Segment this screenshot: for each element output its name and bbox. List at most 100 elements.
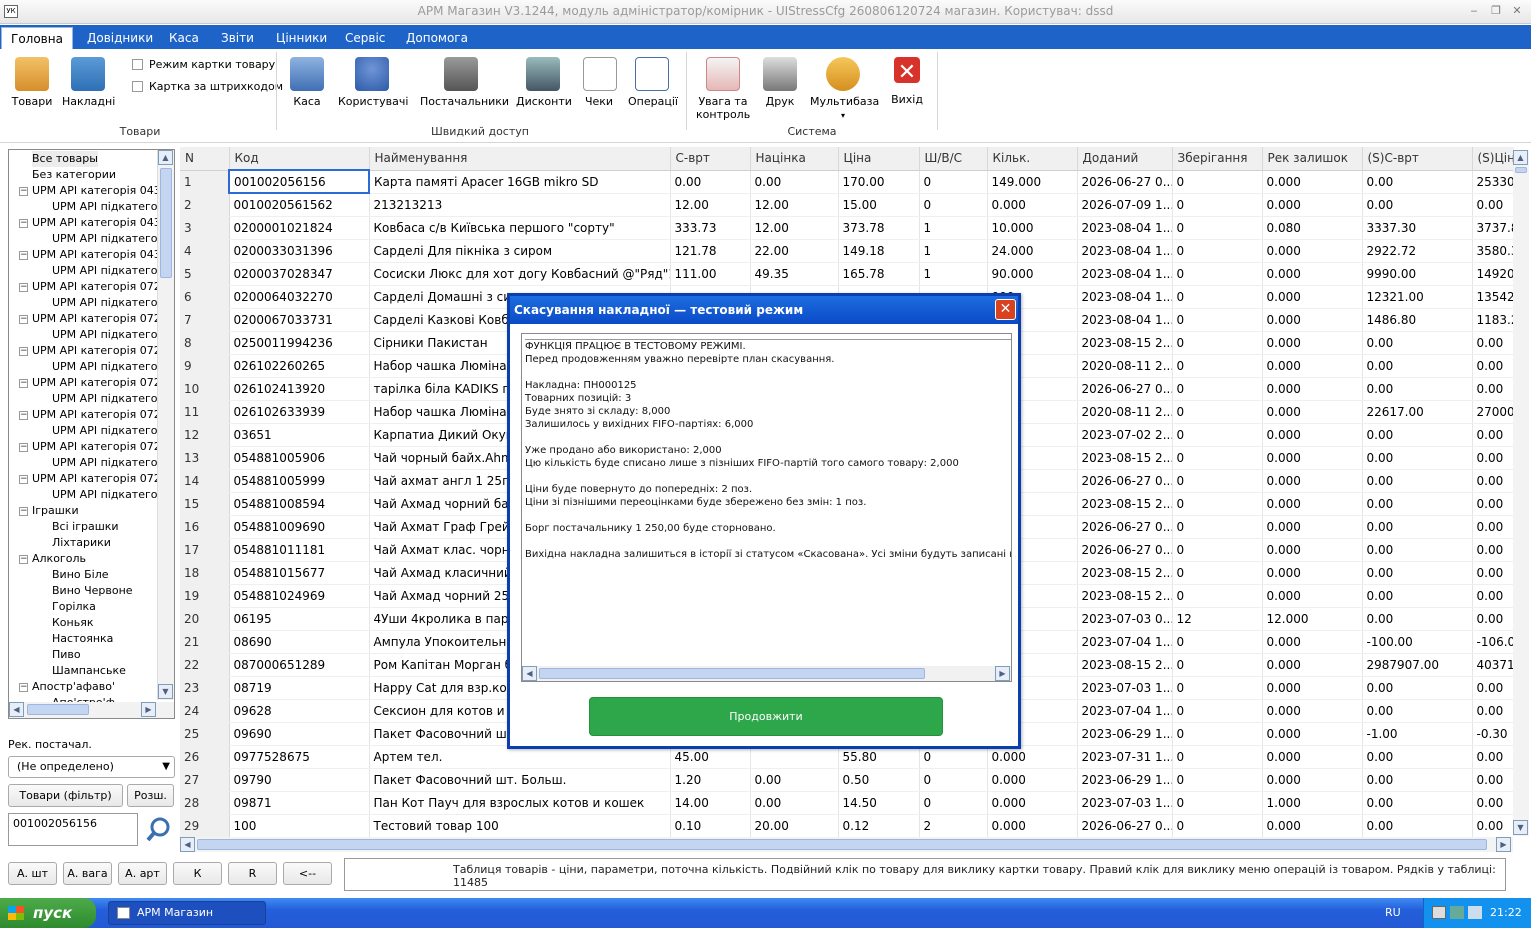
tree-node[interactable]: UPM API категорія 04302: [32, 215, 174, 231]
table-cell[interactable]: 0.00: [1472, 492, 1514, 516]
table-cell[interactable]: 0.00: [1472, 446, 1514, 470]
table-cell[interactable]: 09690: [229, 722, 370, 746]
table-cell[interactable]: 2020-08-11 2...: [1077, 400, 1173, 424]
row-number[interactable]: 2: [180, 193, 230, 217]
table-horizontal-scrollbar[interactable]: ◀ ▶: [180, 837, 1513, 852]
table-cell[interactable]: Пан Кот Пауч для взрослых котов и кошек: [369, 791, 671, 815]
search-input[interactable]: 001002056156: [8, 813, 138, 846]
table-cell[interactable]: 0.000: [1262, 561, 1363, 585]
table-cell[interactable]: 0.000: [1262, 538, 1363, 562]
tree-node[interactable]: UPM API підкатегорія: [52, 391, 174, 407]
tree-expander-icon[interactable]: −: [19, 507, 28, 516]
card-mode-checkbox[interactable]: Режим картки товару: [132, 58, 275, 71]
table-cell[interactable]: 0977528675: [229, 745, 370, 769]
table-cell[interactable]: 054881011181: [229, 538, 370, 562]
table-cell[interactable]: 0.00: [1362, 607, 1473, 631]
table-cell[interactable]: 0: [1172, 814, 1263, 837]
dialog-horizontal-scrollbar[interactable]: ◀ ▶: [522, 666, 1011, 681]
table-cell[interactable]: 3580.3: [1472, 239, 1514, 263]
table-cell[interactable]: 0.00: [670, 170, 751, 194]
table-cell[interactable]: 12.000: [1262, 607, 1363, 631]
start-button[interactable]: пуск: [0, 898, 96, 928]
table-cell[interactable]: 0: [1172, 469, 1263, 493]
table-cell[interactable]: 2023-08-15 2...: [1077, 584, 1173, 608]
table-cell[interactable]: 08719: [229, 676, 370, 700]
table-cell[interactable]: 14.00: [670, 791, 751, 815]
table-cell[interactable]: 22617.00: [1362, 400, 1473, 424]
table-cell[interactable]: Тестовий товар 100: [369, 814, 671, 837]
table-cell[interactable]: 1: [919, 262, 988, 286]
tree-node[interactable]: UPM API підкатегорія: [52, 455, 174, 471]
table-cell[interactable]: 2023-08-04 1...: [1077, 262, 1173, 286]
table-cell[interactable]: 0200067033731: [229, 308, 370, 332]
table-cell[interactable]: 0: [1172, 584, 1263, 608]
table-cell[interactable]: 1486.80: [1362, 308, 1473, 332]
dialog-close-icon[interactable]: ✕: [995, 299, 1016, 320]
tree-node[interactable]: Пиво: [52, 647, 81, 663]
table-cell[interactable]: 2026-06-27 0...: [1077, 469, 1173, 493]
table-cell[interactable]: 0.00: [1472, 561, 1514, 585]
column-header[interactable]: Рек залишок: [1262, 147, 1363, 171]
table-cell[interactable]: 0.000: [1262, 400, 1363, 424]
table-cell[interactable]: 0.00: [1362, 446, 1473, 470]
scroll-down-icon[interactable]: ▼: [1513, 820, 1528, 835]
table-row[interactable]: 1 001002056156 Карта памяті Apacer 16GB mi…: [180, 169, 1514, 194]
row-number[interactable]: 10: [180, 377, 230, 401]
table-cell[interactable]: 0.00: [1362, 469, 1473, 493]
tab-directories[interactable]: Довідники: [78, 27, 162, 49]
table-cell[interactable]: 12.00: [750, 216, 839, 240]
column-header[interactable]: Ціна: [838, 147, 920, 171]
continue-button[interactable]: Продовжити: [589, 697, 943, 736]
tab-service[interactable]: Сервіс: [336, 27, 394, 49]
table-cell[interactable]: 0: [919, 170, 988, 194]
table-cell[interactable]: 0.00: [1362, 699, 1473, 723]
tree-vertical-scrollbar[interactable]: ▲ ▼: [157, 150, 174, 700]
table-cell[interactable]: 0.000: [1262, 193, 1363, 217]
table-cell[interactable]: 0.00: [1362, 584, 1473, 608]
table-cell[interactable]: 0: [1172, 377, 1263, 401]
table-cell[interactable]: 0.00: [1472, 515, 1514, 539]
table-cell[interactable]: 0.12: [838, 814, 920, 837]
scroll-thumb[interactable]: [197, 839, 1487, 850]
row-number[interactable]: 7: [180, 308, 230, 332]
table-cell[interactable]: 0: [1172, 308, 1263, 332]
table-cell[interactable]: 0.00: [750, 791, 839, 815]
table-cell[interactable]: 0.00: [1362, 354, 1473, 378]
taskbar-item-app[interactable]: АРМ Магазин V3.124...: [108, 901, 266, 941]
column-header[interactable]: Ш/В/С: [919, 147, 988, 171]
suppliers-button[interactable]: Постачальники: [420, 57, 509, 108]
row-number[interactable]: 14: [180, 469, 230, 493]
tree-expander-icon[interactable]: −: [19, 443, 28, 452]
column-header[interactable]: (S)Ціна: [1472, 147, 1514, 171]
auto-article-button[interactable]: А. арт: [118, 862, 167, 885]
table-cell[interactable]: 0.000: [1262, 814, 1363, 837]
tree-node[interactable]: UPM API категорія 07240: [32, 471, 174, 487]
tab-kasa[interactable]: Каса: [160, 27, 208, 49]
table-cell[interactable]: 0.00: [1362, 492, 1473, 516]
row-number[interactable]: 16: [180, 515, 230, 539]
row-number[interactable]: 8: [180, 331, 230, 355]
table-cell[interactable]: 09790: [229, 768, 370, 792]
tree-expander-icon[interactable]: −: [19, 411, 28, 420]
tree-expander-icon[interactable]: −: [19, 187, 28, 196]
tree-node[interactable]: UPM API підкатегорія: [52, 295, 174, 311]
table-cell[interactable]: 15.00: [838, 193, 920, 217]
table-cell[interactable]: 0.00: [1362, 561, 1473, 585]
table-cell[interactable]: 08690: [229, 630, 370, 654]
extended-button[interactable]: Розш.: [127, 784, 174, 807]
table-cell[interactable]: 90.000: [987, 262, 1078, 286]
table-row[interactable]: 29 100 Тестовий товар 100 0.10 20.00 0.12 2 0.0…: [180, 814, 1514, 837]
row-number[interactable]: 26: [180, 745, 230, 769]
table-cell[interactable]: 0200037028347: [229, 262, 370, 286]
table-cell[interactable]: 0: [1172, 791, 1263, 815]
r-button[interactable]: R: [228, 862, 277, 885]
operations-button[interactable]: Операції: [628, 57, 678, 108]
table-cell[interactable]: 0.000: [1262, 584, 1363, 608]
table-cell[interactable]: 40371: [1472, 653, 1514, 677]
table-cell[interactable]: 2023-06-29 1...: [1077, 722, 1173, 746]
table-cell[interactable]: Пакет Фасовочний шт. Больш.: [369, 768, 671, 792]
table-cell[interactable]: Сарделі Для пікніка з сиром: [369, 239, 671, 263]
table-cell[interactable]: 2023-08-15 2...: [1077, 561, 1173, 585]
table-cell[interactable]: 0.00: [1472, 745, 1514, 769]
table-cell[interactable]: 0.000: [1262, 331, 1363, 355]
